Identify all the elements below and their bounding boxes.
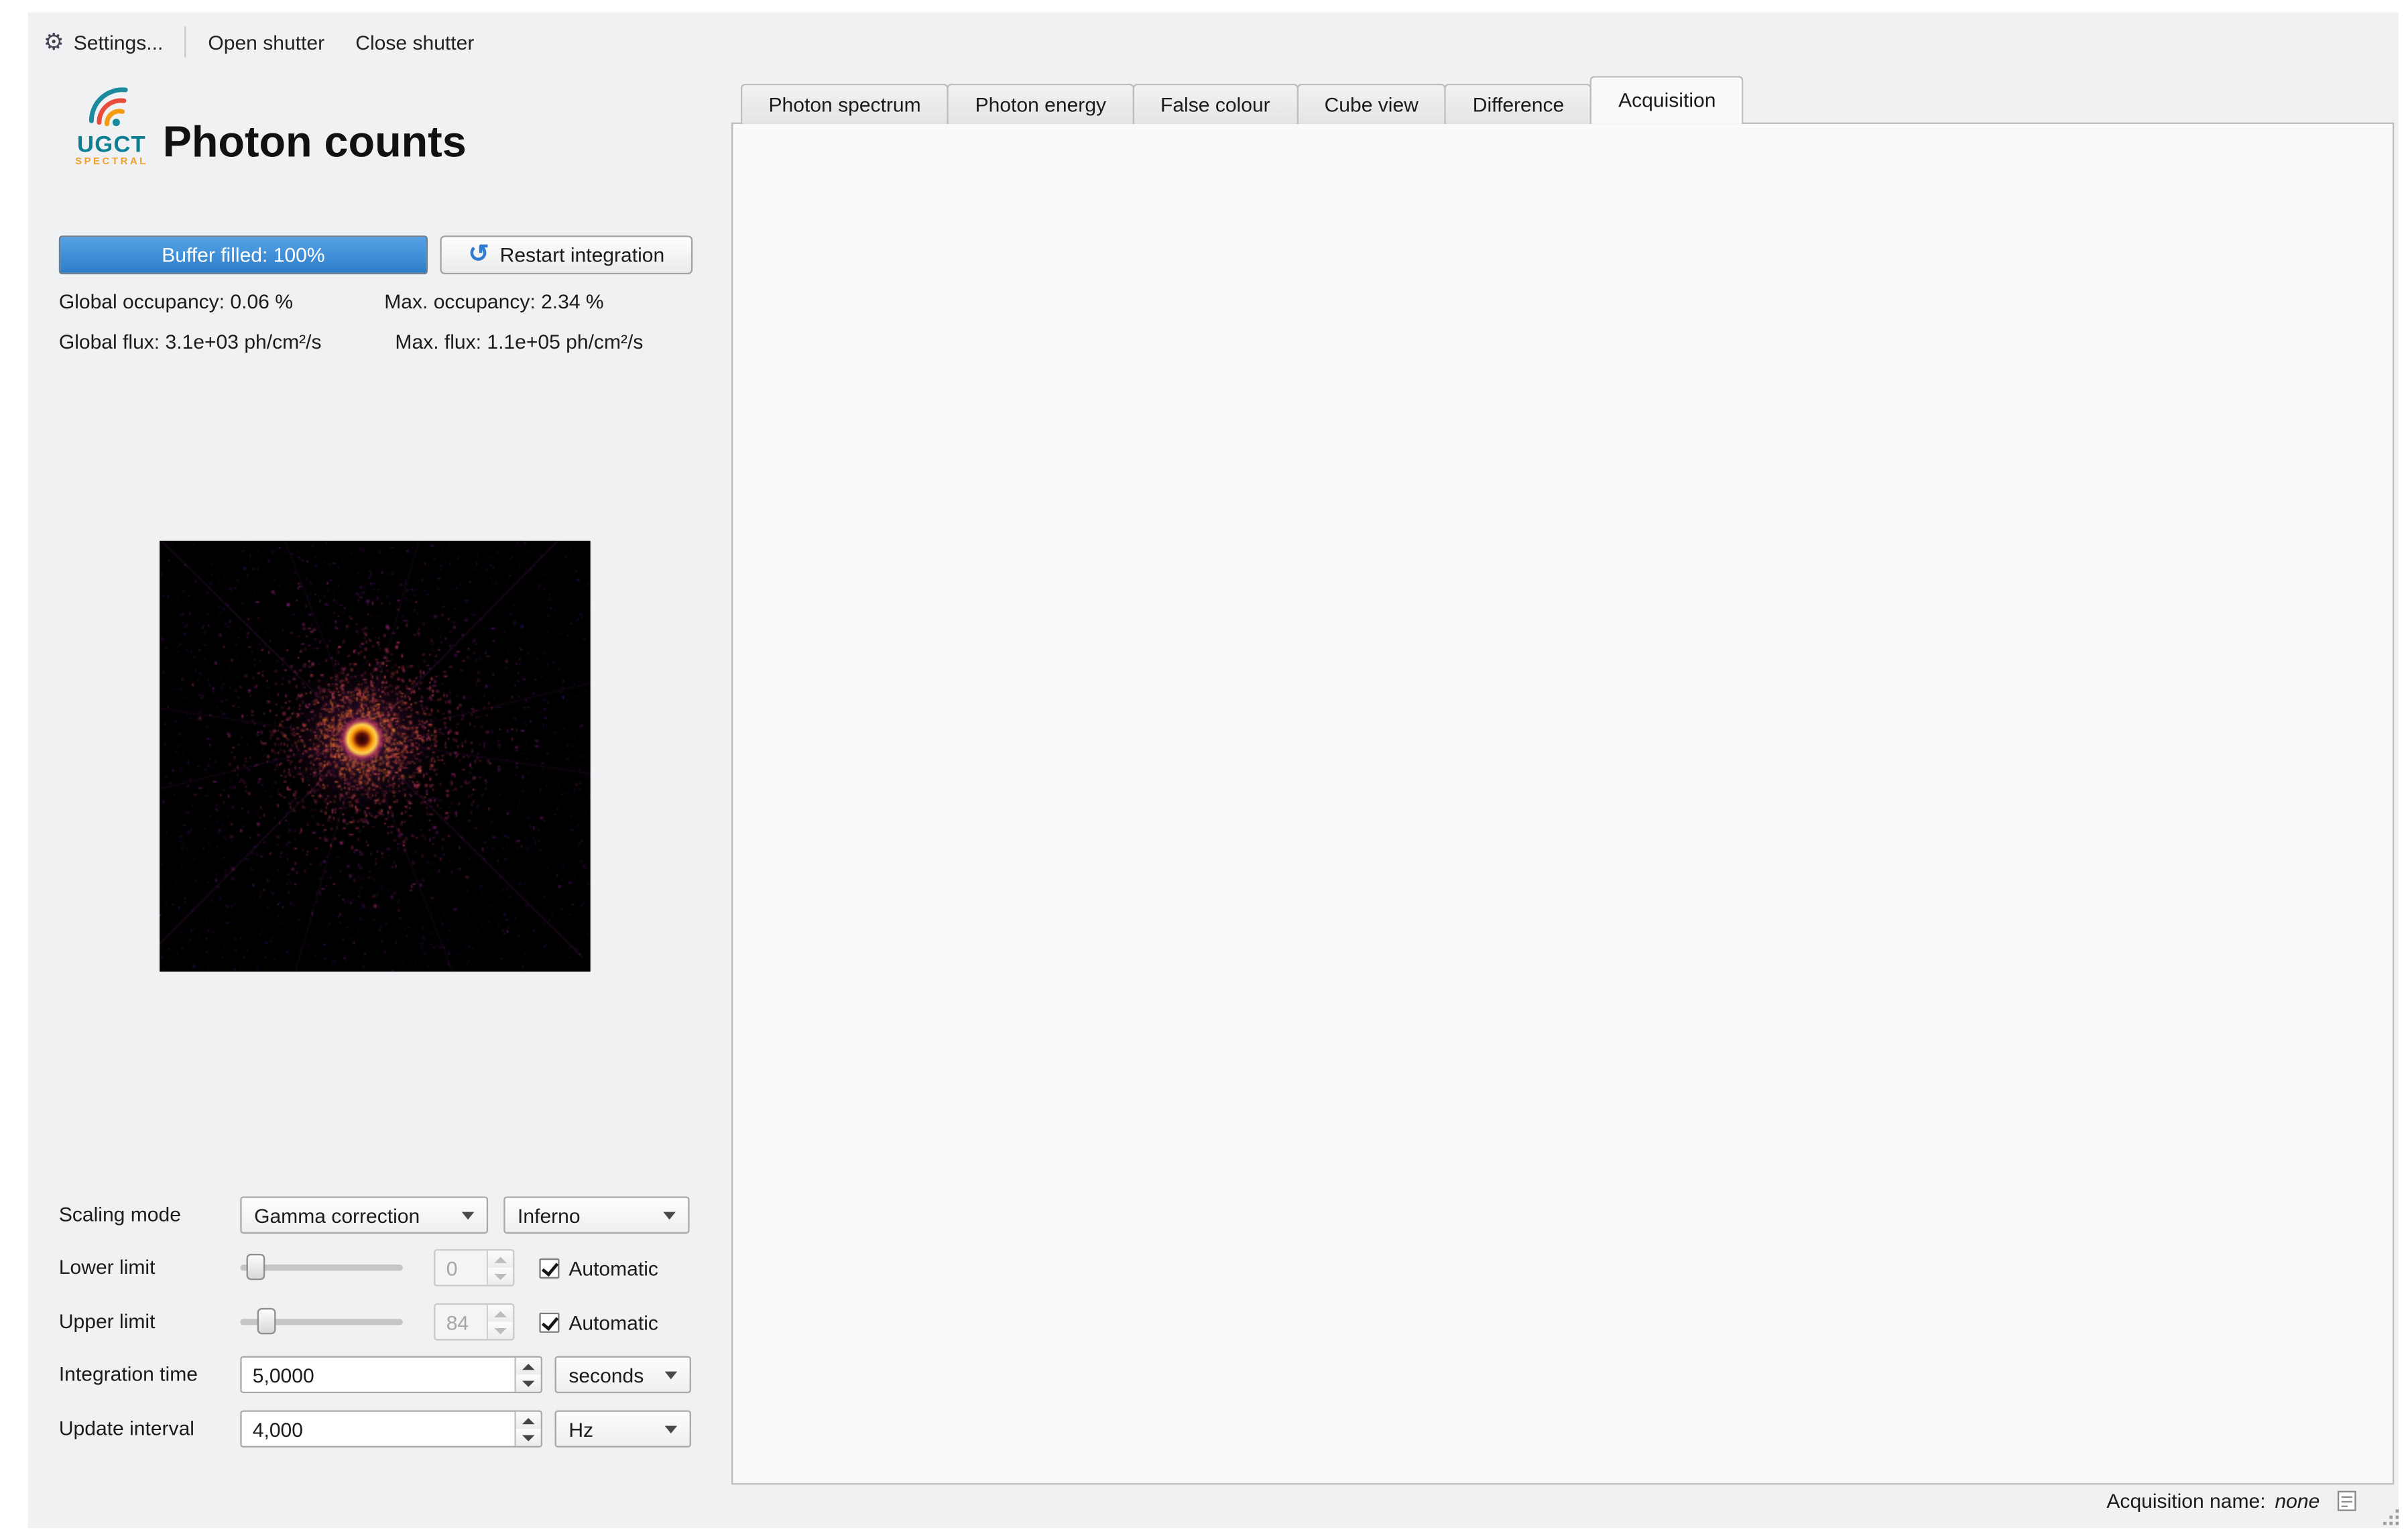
restart-integration-label: Restart integration xyxy=(500,243,665,267)
buffer-progressbar: Buffer filled: 100% xyxy=(59,235,428,274)
settings-menu-button[interactable]: ⚙ Settings... xyxy=(28,24,179,60)
update-interval-spinbox[interactable]: 4,000 xyxy=(240,1410,542,1447)
update-interval-unit: Hz xyxy=(568,1417,593,1441)
spin-down-icon xyxy=(488,1322,513,1339)
spin-down-icon xyxy=(488,1268,513,1285)
integration-time-unit: seconds xyxy=(568,1363,644,1386)
checkbox-box[interactable] xyxy=(539,1258,559,1279)
update-interval-unit-select[interactable]: Hz xyxy=(555,1410,691,1447)
open-shutter-label: Open shutter xyxy=(208,30,324,54)
upper-limit-slider-handle[interactable] xyxy=(257,1308,276,1334)
detector-image xyxy=(160,541,591,972)
acquisition-name-label: Acquisition name: xyxy=(2106,1489,2265,1513)
open-shutter-button[interactable]: Open shutter xyxy=(192,24,340,60)
acquisition-panel xyxy=(731,123,2394,1485)
upper-limit-automatic-checkbox[interactable]: Automatic xyxy=(539,1311,658,1335)
upper-limit-automatic-label: Automatic xyxy=(568,1311,658,1335)
tab-difference[interactable]: Difference xyxy=(1445,84,1592,124)
spin-down-icon[interactable] xyxy=(516,1429,541,1446)
logo-subtext: SPECTRAL xyxy=(62,156,161,168)
toolbar-separator xyxy=(185,26,186,57)
tab-bar: Photon spectrum Photon energy False colo… xyxy=(741,76,1742,124)
update-interval-label: Update interval xyxy=(59,1410,194,1447)
integration-time-value: 5,0000 xyxy=(253,1363,314,1386)
max-occupancy-value: Max. occupancy: 2.34 % xyxy=(384,290,603,313)
settings-menu-label: Settings... xyxy=(74,30,164,54)
upper-limit-value: 84 xyxy=(446,1310,469,1334)
tab-photon-energy[interactable]: Photon energy xyxy=(947,84,1134,124)
spin-up-icon xyxy=(488,1305,513,1321)
global-occupancy-value: Global occupancy: 0.06 % xyxy=(59,290,293,313)
max-flux-value: Max. flux: 1.1e+05 ph/cm²/s xyxy=(395,330,643,353)
acquisition-name-icon xyxy=(2335,1489,2358,1513)
palette-select[interactable]: Inferno xyxy=(503,1196,689,1233)
integration-time-spinbox[interactable]: 5,0000 xyxy=(240,1356,542,1393)
page-title: Photon counts xyxy=(163,118,467,168)
spin-down-icon[interactable] xyxy=(516,1374,541,1391)
scaling-mode-value: Gamma correction xyxy=(254,1203,420,1227)
tab-false-colour[interactable]: False colour xyxy=(1132,84,1298,124)
lower-limit-automatic-checkbox[interactable]: Automatic xyxy=(539,1257,658,1281)
spin-up-icon xyxy=(488,1250,513,1267)
update-interval-value: 4,000 xyxy=(253,1417,303,1441)
spin-up-icon[interactable] xyxy=(516,1412,541,1429)
tab-acquisition[interactable]: Acquisition xyxy=(1591,76,1744,124)
checkbox-box[interactable] xyxy=(539,1313,559,1333)
restart-icon: ↺ xyxy=(468,243,489,268)
palette-value: Inferno xyxy=(518,1203,581,1227)
tab-cube-view[interactable]: Cube view xyxy=(1297,84,1447,124)
logo-text: UGCT xyxy=(62,135,161,156)
upper-limit-spinbox: 84 xyxy=(434,1303,514,1340)
acquisition-name-value: none xyxy=(2275,1489,2320,1513)
lower-limit-spinbox: 0 xyxy=(434,1249,514,1286)
restart-integration-button[interactable]: ↺ Restart integration xyxy=(440,235,693,274)
integration-time-label: Integration time xyxy=(59,1356,198,1393)
gear-icon: ⚙ xyxy=(44,30,64,54)
upper-limit-slider[interactable] xyxy=(240,1305,403,1336)
integration-time-unit-select[interactable]: seconds xyxy=(555,1356,691,1393)
toolbar: ⚙ Settings... Open shutter Close shutter xyxy=(28,15,490,68)
lower-limit-label: Lower limit xyxy=(59,1249,156,1286)
close-shutter-button[interactable]: Close shutter xyxy=(340,24,489,60)
resize-grip[interactable] xyxy=(2383,1509,2399,1525)
ugct-logo: UGCT SPECTRAL xyxy=(62,86,161,169)
lower-limit-slider[interactable] xyxy=(240,1250,403,1281)
application-window: ⚙ Settings... Open shutter Close shutter… xyxy=(0,0,2408,1534)
ugct-logo-arcs xyxy=(76,86,147,127)
scaling-mode-select[interactable]: Gamma correction xyxy=(240,1196,488,1233)
upper-limit-label: Upper limit xyxy=(59,1303,156,1340)
lower-limit-automatic-label: Automatic xyxy=(568,1257,658,1281)
scaling-mode-label: Scaling mode xyxy=(59,1196,181,1233)
tab-photon-spectrum[interactable]: Photon spectrum xyxy=(741,84,949,124)
close-shutter-label: Close shutter xyxy=(355,30,474,54)
spin-up-icon[interactable] xyxy=(516,1358,541,1374)
status-bar: Acquisition name: none xyxy=(1550,1489,2359,1513)
global-flux-value: Global flux: 3.1e+03 ph/cm²/s xyxy=(59,330,322,353)
lower-limit-value: 0 xyxy=(446,1256,458,1279)
lower-limit-slider-handle[interactable] xyxy=(247,1254,265,1280)
